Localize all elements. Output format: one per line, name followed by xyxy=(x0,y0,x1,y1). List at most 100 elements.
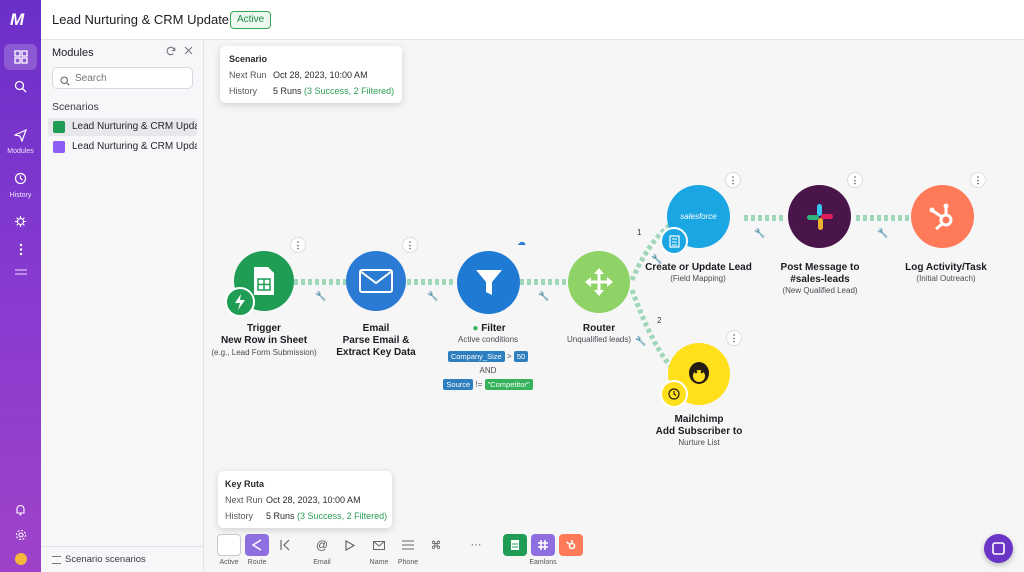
history-runs: 5 Runs xyxy=(273,86,302,96)
puzzle-icon[interactable] xyxy=(4,208,37,234)
router-node[interactable] xyxy=(568,251,630,313)
next-run-key: Next Run xyxy=(229,70,267,80)
modules-rail-label: Modules xyxy=(7,148,34,155)
mailchimp-action: Add Subscriber to xyxy=(655,426,743,437)
chat-button[interactable] xyxy=(984,534,1013,563)
scenario-item[interactable]: Lead Nurturing & CRM Update xyxy=(48,138,197,156)
mail-icon[interactable] xyxy=(367,534,391,556)
trigger-description: (e.g., Lead Form Submission) xyxy=(211,348,317,357)
list-icon[interactable] xyxy=(396,534,420,556)
at-sign-icon[interactable]: @ xyxy=(310,534,334,556)
email-menu-icon[interactable]: ⋮ xyxy=(402,237,418,253)
envelope-icon xyxy=(359,269,393,293)
scenario-title[interactable]: Lead Nurturing & CRM Update xyxy=(52,12,229,27)
sheets-app-icon[interactable] xyxy=(503,534,527,556)
router-label: Router xyxy=(582,323,616,334)
filter-node[interactable] xyxy=(457,251,520,314)
modules-panel: Modules Scenarios Lead Nurturing & CRM U… xyxy=(41,40,204,572)
pin-icon[interactable]: ☁ xyxy=(517,237,526,248)
hubspot-description: (Initial Outreach) xyxy=(916,274,976,283)
panel-footer[interactable]: Scenario scenarios xyxy=(41,546,204,572)
hubspot-label: Log Activity/Task xyxy=(905,262,987,273)
play-icon[interactable] xyxy=(338,534,362,556)
modules-icon[interactable] xyxy=(4,122,37,148)
salesforce-description: (Field Mapping) xyxy=(670,274,726,283)
active-toggle[interactable] xyxy=(217,534,241,556)
search-box[interactable] xyxy=(52,67,193,89)
user-avatar[interactable] xyxy=(4,546,37,572)
search-input[interactable] xyxy=(75,71,187,86)
mailchimp-description: Nurture List xyxy=(678,438,720,447)
sheets-icon xyxy=(53,121,65,133)
panel-title: Modules xyxy=(52,47,94,59)
mailchimp-label: Mailchimp Add Subscriber to xyxy=(644,414,754,438)
close-icon[interactable] xyxy=(184,46,193,58)
wrench-icon[interactable]: 🔧 xyxy=(315,291,326,302)
more-button[interactable]: ··· xyxy=(464,534,488,556)
scenario-tooltip: Scenario Next Run Oct 28, 2023, 10:00 AM… xyxy=(220,46,402,103)
condition-field: Company_Size xyxy=(447,351,505,362)
email-line3: Extract Key Data xyxy=(336,347,416,358)
status-badge[interactable]: Active xyxy=(230,11,272,29)
history-value: 5 Runs (3 Success, 2 Filtered) xyxy=(273,86,394,96)
connector[interactable] xyxy=(520,279,568,285)
filter-condition-1[interactable]: Company_Size > 50 xyxy=(428,351,548,362)
wrench-icon[interactable]: 🔧 xyxy=(427,291,438,302)
mailchimp-menu-icon[interactable]: ⋮ xyxy=(726,330,742,346)
slack-label: Post Message to #sales-leads xyxy=(765,262,875,286)
bottom-toolbar: Active Route @ Email Name Phone ⌘ ··· Ea… xyxy=(204,524,1024,572)
scenario-item[interactable]: Lead Nurturing & CRM Update xyxy=(48,118,197,136)
route-icon[interactable] xyxy=(245,534,269,556)
slack-menu-icon[interactable]: ⋮ xyxy=(847,172,863,188)
connector[interactable] xyxy=(407,279,455,285)
search-icon[interactable] xyxy=(4,73,37,99)
collapse-icon[interactable] xyxy=(273,534,297,556)
salesforce-menu-icon[interactable]: ⋮ xyxy=(725,172,741,188)
email-line2: Parse Email & xyxy=(342,335,410,346)
email-node[interactable] xyxy=(346,251,406,311)
connector[interactable] xyxy=(744,215,784,221)
settings-icon[interactable] xyxy=(4,522,37,548)
hubspot-app-icon[interactable] xyxy=(559,534,583,556)
refresh-icon[interactable] xyxy=(166,46,176,59)
trigger-menu-icon[interactable]: ⋮ xyxy=(290,237,306,253)
panel-footer-label: Scenario scenarios xyxy=(65,554,146,565)
top-bar: Lead Nurturing & CRM Update Active xyxy=(41,0,1024,40)
mailchimp-title: Mailchimp xyxy=(674,414,724,425)
filter-title: Filter xyxy=(481,323,506,334)
condition-value: 50 xyxy=(513,351,529,362)
salesforce-label: Create or Update Lead xyxy=(645,262,752,273)
router-description: Unqualified leads) xyxy=(566,335,632,344)
history-runs: 5 Runs xyxy=(266,511,295,521)
route-1-label: 1 xyxy=(637,228,642,237)
wrench-icon[interactable]: 🔧 xyxy=(538,291,549,302)
history-icon[interactable] xyxy=(4,165,37,191)
wrench-icon[interactable]: 🔧 xyxy=(754,228,765,239)
brand-logo[interactable]: M xyxy=(10,10,32,29)
scenario-canvas[interactable]: Scenario Next Run Oct 28, 2023, 10:00 AM… xyxy=(204,40,1024,572)
connector[interactable] xyxy=(856,215,911,221)
check-icon: ● xyxy=(472,323,479,334)
email-label: Email Parse Email & Extract Key Data xyxy=(321,323,431,359)
grid-icon[interactable] xyxy=(4,44,37,70)
connector[interactable] xyxy=(294,279,346,285)
slack-app-icon[interactable] xyxy=(531,534,555,556)
slack-node[interactable] xyxy=(788,185,851,248)
wrench-icon[interactable]: 🔧 xyxy=(877,228,888,239)
document-icon xyxy=(660,227,688,255)
bell-icon[interactable] xyxy=(4,497,37,523)
phone-tool-label: Phone xyxy=(397,559,419,566)
filter-condition-2[interactable]: Source != "Competitor" xyxy=(428,379,548,390)
route-2-label: 2 xyxy=(657,316,662,325)
filter-label: ● Filter xyxy=(448,323,530,335)
apps-label: Eamlons xyxy=(529,559,557,566)
command-icon[interactable]: ⌘ xyxy=(424,534,448,556)
tool-icon xyxy=(53,141,65,153)
slack-channel: #sales-leads xyxy=(790,274,850,285)
hubspot-menu-icon[interactable]: ⋮ xyxy=(970,172,986,188)
chat-icon xyxy=(992,542,1005,555)
history-detail: (3 Success, 2 Filtered) xyxy=(297,511,388,521)
next-run-value: Oct 28, 2023, 10:00 AM xyxy=(266,495,361,505)
hubspot-node[interactable] xyxy=(911,185,974,248)
menu-icon[interactable] xyxy=(4,259,37,285)
